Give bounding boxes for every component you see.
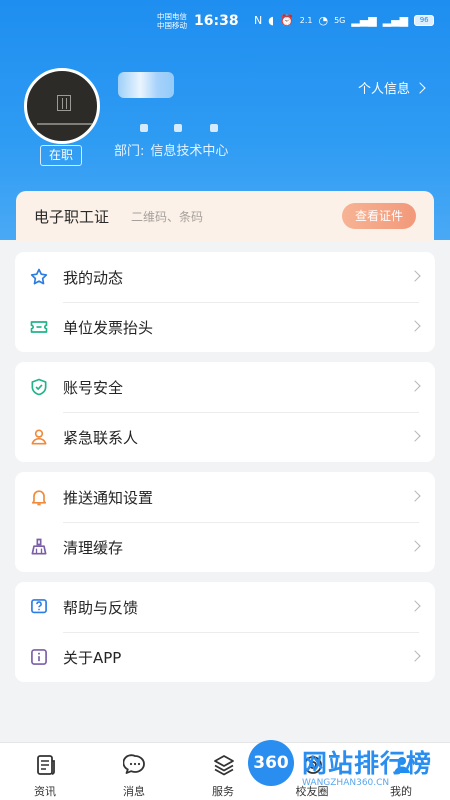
bell-icon (31, 490, 47, 506)
watermark-logo: 360 (248, 740, 294, 786)
menu-item-label: 单位发票抬头 (63, 319, 154, 337)
menu-item-account-security[interactable]: 账号安全 (15, 362, 435, 412)
help-question-icon (31, 599, 47, 614)
clock: 16:38 (194, 13, 239, 29)
chevron-right-icon (409, 600, 421, 612)
menu-item-label: 账号安全 (63, 379, 124, 397)
chevron-right-icon (414, 81, 426, 94)
view-certificate-button[interactable]: 查看证件 (342, 203, 416, 229)
menu-item-emergency-contact[interactable]: 紧急联系人 (15, 412, 435, 462)
menu-item-label: 我的动态 (63, 269, 124, 287)
alarm-icon: ⏰ (280, 14, 294, 27)
menu-group-security: 账号安全 紧急联系人 (15, 362, 435, 462)
chevron-right-icon (409, 380, 421, 392)
avatar[interactable] (24, 68, 100, 144)
status-bar: 中国电信 中国移动 16:38 N ◖ ⏰ 2.1 ◔ 5G ▂▄▆ ▂▄▆ 9… (0, 8, 450, 34)
id-card-title: 电子职工证 (34, 208, 110, 226)
blurred-employee-id (140, 124, 220, 134)
layers-icon (214, 755, 234, 776)
broom-icon (31, 538, 47, 555)
network-speed-icon: 2.1 (299, 16, 313, 25)
menu-item-label: 帮助与反馈 (63, 599, 139, 617)
avatar-logo-mark (57, 95, 71, 111)
star-icon (30, 268, 48, 285)
personal-info-link[interactable]: 个人信息 (357, 78, 426, 97)
menu-item-my-activity[interactable]: 我的动态 (15, 252, 435, 302)
tab-news[interactable]: 资讯 (10, 743, 80, 800)
vibrate-icon: ◖ (268, 14, 275, 27)
department: 部门: 信息技术中心 (114, 140, 228, 159)
chat-bubble-icon (123, 754, 145, 774)
menu-group-activity: 我的动态 单位发票抬头 (15, 252, 435, 352)
tab-label: 消息 (123, 785, 145, 798)
department-value: 信息技术中心 (150, 144, 229, 159)
carrier-info: 中国电信 中国移动 (157, 12, 187, 30)
blurred-user-name (118, 72, 174, 98)
chevron-right-icon (409, 320, 421, 332)
watermark-subtext: WANGZHAN360.CN (302, 778, 390, 788)
watermark-text: 网站排行榜 (302, 749, 433, 778)
menu-item-clear-cache[interactable]: 清理缓存 (15, 522, 435, 572)
menu-item-help-feedback[interactable]: 帮助与反馈 (15, 582, 435, 632)
ticket-icon (30, 321, 48, 333)
menu-item-invoice-header[interactable]: 单位发票抬头 (15, 302, 435, 352)
signal-icon-2: ▂▄▆ (382, 14, 409, 27)
chevron-right-icon (409, 650, 421, 662)
wifi-icon: ◔ (318, 14, 329, 27)
menu-item-label: 关于APP (63, 649, 122, 667)
status-icons: N ◖ ⏰ 2.1 ◔ 5G ▂▄▆ ▂▄▆ 96 (254, 14, 435, 27)
battery-icon: 96 (414, 15, 435, 26)
chevron-right-icon (409, 490, 421, 502)
site-watermark: 360 网站排行榜 WANGZHAN360.CN (248, 738, 450, 800)
menu-item-label: 紧急联系人 (63, 429, 139, 447)
menu-item-push-notification[interactable]: 推送通知设置 (15, 472, 435, 522)
shield-check-icon (31, 378, 47, 396)
menu-group-settings: 推送通知设置 清理缓存 (15, 472, 435, 572)
menu-item-label: 清理缓存 (63, 539, 124, 557)
id-card-subtitle: 二维码、条码 (131, 210, 204, 224)
department-label: 部门: (114, 144, 145, 159)
info-icon (31, 649, 47, 665)
contact-person-icon (31, 429, 47, 445)
news-icon (37, 755, 55, 775)
carrier-1: 中国电信 (157, 12, 187, 21)
carrier-2: 中国移动 (157, 21, 187, 30)
menu-group-help: 帮助与反馈 关于APP (15, 582, 435, 682)
signal-icon-1: ▂▄▆ (351, 14, 377, 27)
tab-messages[interactable]: 消息 (99, 743, 169, 800)
network-type: 5G (334, 16, 346, 25)
avatar-caption-line (37, 123, 93, 125)
electronic-id-card[interactable]: 电子职工证 二维码、条码 查看证件 (16, 191, 434, 241)
chevron-right-icon (409, 430, 421, 442)
menu-item-about-app[interactable]: 关于APP (15, 632, 435, 682)
nfc-icon: N (254, 14, 263, 27)
menu-item-label: 推送通知设置 (63, 489, 154, 507)
tab-label: 资讯 (34, 785, 56, 798)
employment-status-badge: 在职 (40, 145, 82, 166)
personal-info-label: 个人信息 (357, 82, 410, 97)
chevron-right-icon (409, 270, 421, 282)
chevron-right-icon (409, 540, 421, 552)
